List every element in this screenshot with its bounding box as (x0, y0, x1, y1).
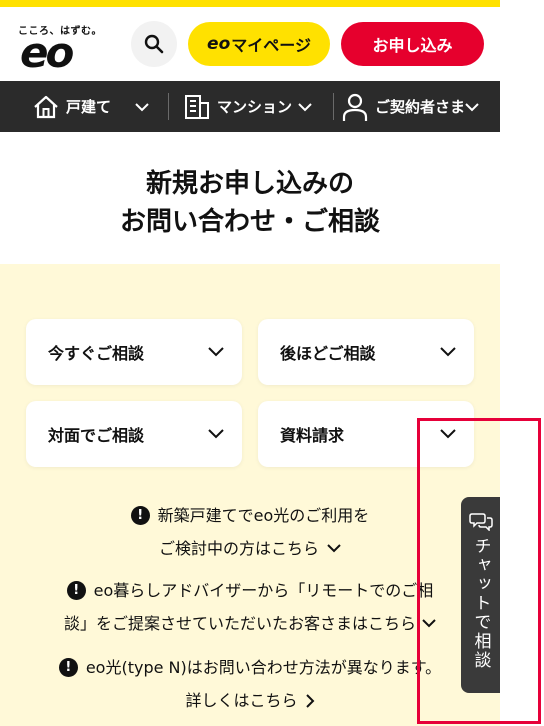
eo-logo[interactable]: こころ、はずむ。 eo (18, 22, 108, 77)
chat-bubbles-icon (469, 513, 493, 531)
nav-item-members[interactable]: ご契約者さま (341, 81, 479, 132)
page-title-line: 新規お申し込みの (145, 169, 354, 199)
consult-later-card[interactable]: 後ほどご相談 (258, 319, 474, 385)
mypage-button[interactable]: eo マイページ (188, 22, 330, 66)
card-label: 資料請求 (280, 426, 345, 445)
chat-consult-tab[interactable]: チャットで相談 (461, 497, 500, 693)
apply-button[interactable]: お申し込み (341, 22, 484, 66)
chevron-down-icon (298, 102, 312, 111)
person-icon (342, 93, 368, 121)
notice-new-house[interactable]: ! 新築戸建てでeo光のご利用を ご検討中の方はこちら (0, 499, 500, 565)
chat-tab-label: チャットで相談 (470, 537, 491, 670)
page-gutter (500, 0, 544, 726)
house-icon (34, 95, 58, 118)
mypage-label: マイページ (231, 36, 311, 55)
consult-in-person-card[interactable]: 対面でご相談 (26, 401, 242, 467)
notice-type-n[interactable]: ! eo光(type N)はお問い合わせ方法が異なります。 詳しくはこちら (0, 651, 500, 717)
consult-now-card[interactable]: 今すぐご相談 (26, 319, 242, 385)
nav-item-detached-house[interactable]: 戸建て (33, 81, 149, 132)
alert-icon: ! (130, 506, 150, 525)
nav-label: 戸建て (66, 98, 112, 116)
notice-text: 詳しくはこちら (185, 691, 298, 710)
notice-text: eo光(type N)はお問い合わせ方法が異なります。 (85, 658, 442, 677)
chevron-down-icon (440, 347, 456, 357)
nav-item-apartment[interactable]: マンション (183, 81, 312, 132)
building-icon (185, 94, 209, 119)
main-nav: 戸建て マンション ご契約者さま (0, 81, 500, 132)
chevron-down-icon (440, 429, 456, 439)
chevron-down-icon (422, 619, 436, 628)
chevron-down-icon (465, 102, 479, 111)
search-icon (144, 34, 164, 54)
notice-text: ご検討中の方はこちら (158, 539, 319, 558)
chevron-down-icon (208, 429, 224, 439)
nav-label: マンション (217, 98, 293, 116)
notice-text: eo暮らしアドバイザーから「リモートでのご相 (93, 581, 434, 600)
chevron-right-icon (305, 693, 314, 708)
logo-mark: eo (20, 28, 74, 77)
nav-divider (333, 93, 334, 120)
alert-icon: ! (58, 658, 78, 677)
card-label: 対面でご相談 (48, 426, 145, 445)
search-button[interactable] (131, 21, 177, 67)
nav-divider (168, 93, 169, 120)
notice-text: 新築戸建てでeo光のご利用を (157, 506, 370, 525)
card-label: 後ほどご相談 (280, 344, 376, 363)
page: こころ、はずむ。 eo eo マイページ お申し込み 戸建て マンション ご契約… (0, 0, 500, 726)
page-title-line: お問い合わせ・ご相談 (119, 207, 380, 237)
notice-remote-advisor[interactable]: ! eo暮らしアドバイザーから「リモートでのご相 談」をご提案させていただいたお客… (0, 574, 500, 640)
top-accent-stripe (0, 0, 500, 7)
nav-label: ご契約者さま (375, 98, 466, 116)
page-title: 新規お申し込みの お問い合わせ・ご相談 (0, 165, 500, 241)
notice-text: 談」をご提案させていただいたお客さまはこちら (63, 614, 416, 633)
chevron-down-icon (135, 102, 149, 111)
mypage-eo-mark: eo (207, 34, 231, 54)
chevron-down-icon (327, 544, 341, 553)
alert-icon: ! (66, 581, 86, 600)
card-label: 今すぐご相談 (48, 344, 145, 363)
chevron-down-icon (208, 347, 224, 357)
request-brochure-card[interactable]: 資料請求 (258, 401, 474, 467)
